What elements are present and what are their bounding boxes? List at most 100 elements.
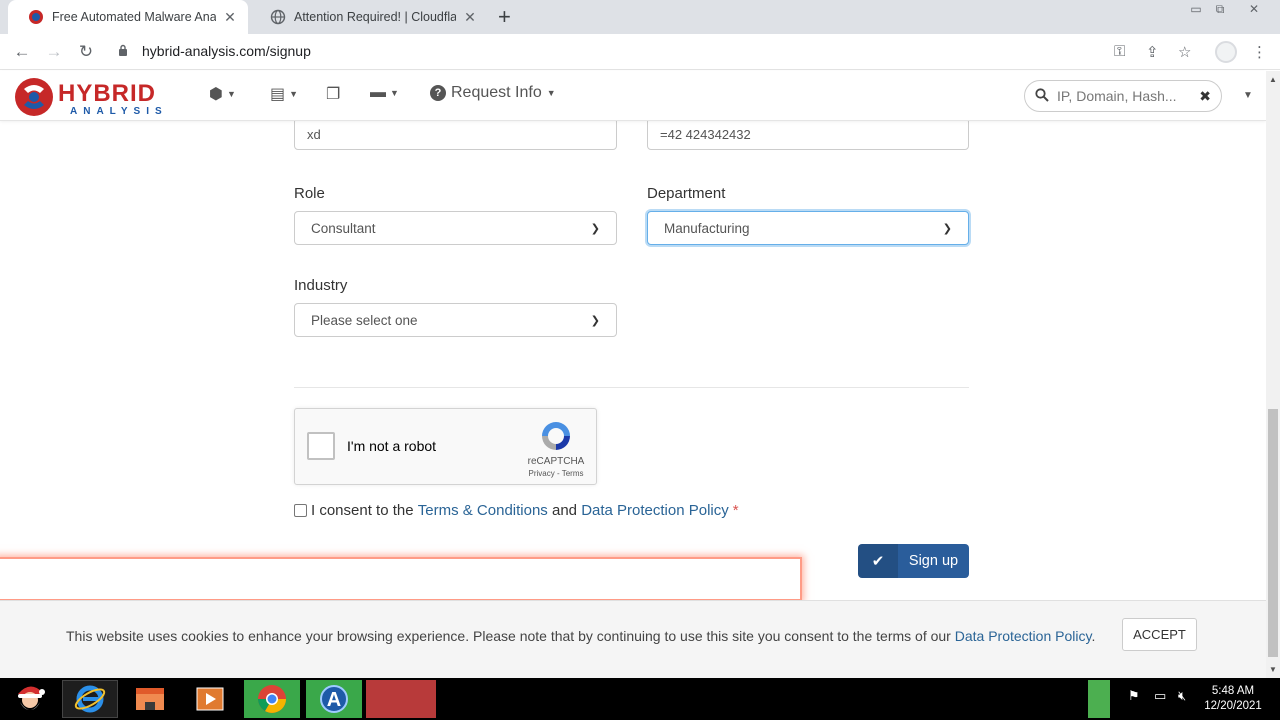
form-field-left-value: xd bbox=[307, 126, 321, 142]
scroll-up-icon[interactable]: ▲ bbox=[1269, 75, 1277, 84]
reports-link[interactable]: ❐ bbox=[326, 84, 340, 104]
files-icon: ❐ bbox=[326, 86, 341, 103]
form-field-left[interactable]: xd bbox=[294, 121, 617, 150]
phone-field[interactable]: =42 424342432 bbox=[647, 121, 969, 150]
industry-select-value: Please select one bbox=[311, 312, 418, 328]
file-icon: ▤ bbox=[270, 86, 286, 103]
consent-checkbox[interactable] bbox=[294, 504, 307, 517]
logo-main-text: HYBRID bbox=[58, 80, 156, 107]
cookie-message: This website uses cookies to enhance you… bbox=[66, 628, 1095, 644]
scrollbar-thumb[interactable] bbox=[1268, 409, 1278, 657]
file-menu[interactable]: ▤ ▼ bbox=[270, 84, 298, 104]
consent-and: and bbox=[551, 502, 578, 519]
window-close-icon[interactable]: ✕ bbox=[1242, 0, 1266, 18]
request-info-label: Request Info bbox=[451, 84, 542, 101]
volume-muted-icon[interactable]: 🔇︎ bbox=[1178, 688, 1186, 704]
action-center-flag-icon[interactable]: ⚑ bbox=[1128, 688, 1140, 704]
close-tab-icon[interactable]: ✕ bbox=[462, 9, 478, 26]
consent-row: I consent to the Terms & Conditions and … bbox=[294, 502, 739, 519]
search-input[interactable]: IP, Domain, Hash... bbox=[1057, 88, 1199, 104]
chevron-down-icon: ❯ bbox=[942, 222, 952, 235]
forward-icon[interactable]: → bbox=[43, 41, 65, 63]
santa-start-icon bbox=[18, 686, 45, 710]
logo-sub-text: ANALYSIS bbox=[70, 106, 168, 117]
back-icon[interactable]: ← bbox=[11, 41, 33, 63]
recaptcha-checkbox[interactable] bbox=[307, 432, 335, 460]
industry-label: Industry bbox=[294, 277, 348, 294]
department-select[interactable]: Manufacturing ❯ bbox=[647, 211, 969, 245]
taskbar-app-a[interactable]: A bbox=[306, 680, 362, 718]
restore-icon[interactable]: ⧉ bbox=[1208, 0, 1232, 18]
industry-select[interactable]: Please select one ❯ bbox=[294, 303, 617, 337]
consent-prefix: I consent to the bbox=[311, 502, 414, 519]
sign-up-label: Sign up bbox=[908, 553, 959, 569]
key-icon[interactable]: ⚿ bbox=[1114, 43, 1125, 60]
taskbar-app-red-2[interactable] bbox=[404, 680, 436, 718]
sign-up-button[interactable]: ✔ Sign up bbox=[858, 544, 969, 578]
tab-title: Attention Required! | Cloudflare bbox=[294, 10, 456, 24]
search-icon bbox=[1035, 87, 1049, 105]
share-icon[interactable]: ⇪ bbox=[1146, 43, 1159, 61]
sandbox-menu[interactable]: ⬢ ▼ bbox=[209, 84, 236, 104]
browser-toolbar: ← → ↻ hybrid-analysis.com/signup ⚿ ⇪ ☆ ⋮ bbox=[0, 34, 1280, 70]
clock-date: 12/20/2021 bbox=[1204, 700, 1262, 712]
vertical-scrollbar[interactable]: ▲ ▼ bbox=[1266, 71, 1280, 678]
minimize-icon[interactable]: ▭ bbox=[1184, 0, 1208, 18]
tab-cloudflare[interactable]: Attention Required! | Cloudflare ✕ bbox=[250, 0, 488, 34]
app-a-icon: A bbox=[320, 685, 348, 713]
highlighted-input-bar[interactable] bbox=[0, 557, 802, 601]
folder-menu[interactable]: ▬ ▼ bbox=[370, 84, 399, 102]
chrome-icon bbox=[258, 685, 286, 713]
taskbar-chrome[interactable] bbox=[244, 680, 300, 718]
globe-icon bbox=[270, 9, 286, 25]
taskbar-clock[interactable]: 5:48 AM 12/20/2021 bbox=[1198, 684, 1268, 714]
chevron-down-icon: ▼ bbox=[226, 89, 236, 99]
recaptcha-logo-icon bbox=[542, 422, 570, 450]
folder-icon bbox=[136, 688, 164, 710]
recaptcha-widget: I'm not a robot reCAPTCHA Privacy - Term… bbox=[294, 408, 597, 485]
signup-form-area: xd =42 424342432 Role Consultant ❯ Depar… bbox=[0, 121, 1266, 678]
scroll-down-icon[interactable]: ▼ bbox=[1269, 665, 1277, 674]
department-select-value: Manufacturing bbox=[664, 220, 750, 236]
tab-hybrid-analysis[interactable]: Free Automated Malware Analysis ✕ bbox=[8, 0, 248, 34]
media-player-icon bbox=[196, 687, 224, 711]
cookie-period: . bbox=[1091, 628, 1096, 644]
search-box[interactable]: IP, Domain, Hash... ✖ bbox=[1024, 80, 1222, 112]
profile-avatar[interactable] bbox=[1215, 41, 1237, 63]
role-label: Role bbox=[294, 185, 325, 202]
question-circle-icon: ? bbox=[430, 85, 446, 101]
browser-menu-icon[interactable]: ⋮ bbox=[1252, 43, 1267, 61]
reload-icon[interactable]: ↻ bbox=[75, 41, 97, 63]
svg-text:A: A bbox=[327, 689, 341, 711]
request-info-menu[interactable]: ? Request Info ▼ bbox=[430, 84, 556, 102]
data-protection-policy-link[interactable]: Data Protection Policy bbox=[581, 502, 729, 519]
recaptcha-links[interactable]: Privacy - Terms bbox=[521, 469, 591, 478]
network-icon[interactable]: ▭ bbox=[1154, 688, 1166, 704]
recaptcha-label: I'm not a robot bbox=[347, 438, 437, 454]
folder-icon: ▬ bbox=[370, 84, 386, 101]
hybrid-analysis-logo[interactable]: HYBRID ANALYSIS bbox=[14, 75, 184, 119]
check-icon: ✔ bbox=[858, 544, 898, 578]
address-bar-url[interactable]: hybrid-analysis.com/signup bbox=[142, 43, 311, 59]
clear-search-icon[interactable]: ✖ bbox=[1199, 88, 1211, 105]
taskbar-media-player[interactable] bbox=[182, 680, 238, 718]
taskbar-internet-explorer[interactable] bbox=[62, 680, 118, 718]
chevron-down-icon: ▼ bbox=[546, 88, 556, 98]
new-tab-icon[interactable]: + bbox=[498, 6, 511, 28]
recaptcha-brand: reCAPTCHA bbox=[527, 456, 585, 467]
cookie-policy-link[interactable]: Data Protection Policy bbox=[955, 628, 1092, 644]
terms-conditions-link[interactable]: Terms & Conditions bbox=[418, 502, 548, 519]
close-tab-icon[interactable]: ✕ bbox=[222, 9, 238, 26]
bookmark-star-icon[interactable]: ☆ bbox=[1178, 43, 1191, 61]
chevron-down-icon: ▼ bbox=[289, 89, 299, 99]
chevron-down-icon: ❯ bbox=[590, 314, 600, 327]
accept-cookies-button[interactable]: ACCEPT bbox=[1122, 618, 1197, 651]
role-select[interactable]: Consultant ❯ bbox=[294, 211, 617, 245]
taskbar-app-green[interactable] bbox=[1088, 680, 1110, 718]
lock-icon[interactable] bbox=[118, 44, 128, 59]
role-select-value: Consultant bbox=[311, 220, 376, 236]
start-button[interactable] bbox=[2, 680, 58, 718]
department-label: Department bbox=[647, 185, 726, 202]
taskbar-file-explorer[interactable] bbox=[122, 680, 178, 718]
header-dropdown-chevron-icon[interactable]: ▼ bbox=[1243, 90, 1253, 101]
